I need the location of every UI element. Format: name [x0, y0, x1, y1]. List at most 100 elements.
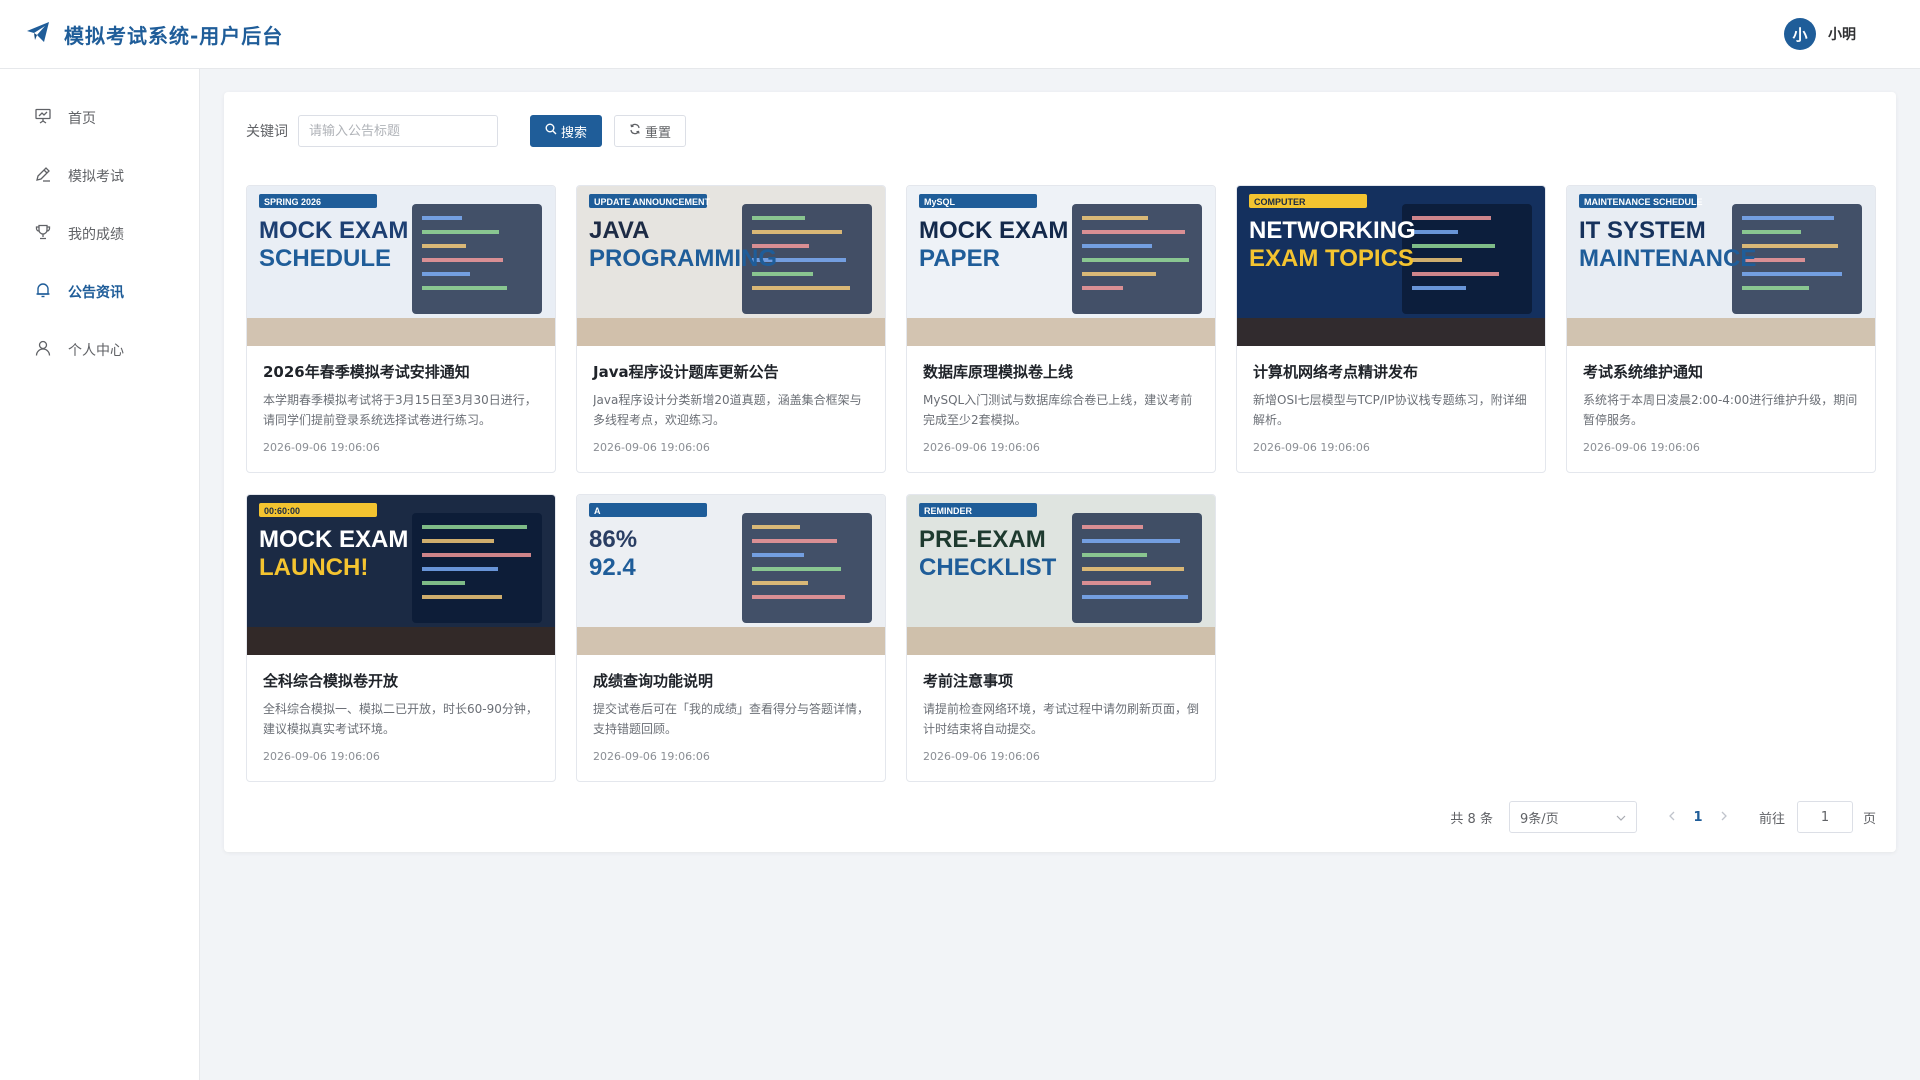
announcement-card[interactable]: 00:60:00 MOCK EXAM LAUNCH! 全科综合模拟卷开放 全科综合模拟一…: [246, 494, 556, 782]
announcement-summary: MySQL入门测试与数据库综合卷已上线，建议考前完成至少2套模拟。: [923, 393, 1193, 427]
announcement-card[interactable]: COMPUTER NETWORKING EXAM TOPICS 计算机网络考点精讲发布…: [1236, 185, 1546, 473]
reset-button[interactable]: 重置: [614, 115, 687, 147]
app-title: 模拟考试系统-用户后台: [64, 23, 284, 48]
announcement-title[interactable]: 全科综合模拟卷开放: [263, 671, 539, 691]
thumbnail-subheadline: LAUNCH!: [259, 554, 368, 581]
thumbnail-subheadline: 92.4: [589, 554, 636, 581]
announcement-title[interactable]: 2026年春季模拟考试安排通知: [263, 362, 539, 382]
announcement-card[interactable]: A 86% 92.4 成绩查询功能说明 提交试卷后可在「我的成绩」查看得分与答题详情，支…: [576, 494, 886, 782]
chevron-down-icon: [1616, 810, 1626, 825]
announcement-date: 2026-09-06 19:06:06: [923, 441, 1040, 454]
announcement-date: 2026-09-06 19:06:06: [1583, 441, 1700, 454]
keyword-label: 关键词: [246, 124, 288, 140]
announcement-title[interactable]: 数据库原理模拟卷上线: [923, 362, 1199, 382]
goto-label: 前往: [1758, 811, 1785, 827]
thumbnail-tag: COMPUTER: [1254, 197, 1306, 207]
announcement-title[interactable]: Java程序设计题库更新公告: [593, 362, 869, 382]
refresh-icon: [629, 123, 641, 139]
announcement-thumbnail[interactable]: SPRING 2026 MOCK EXAM SCHEDULE: [247, 186, 555, 346]
prev-page-button[interactable]: [1659, 810, 1685, 825]
announcement-card-body: 数据库原理模拟卷上线 MySQL入门测试与数据库综合卷已上线，建议考前完成至少2套…: [907, 346, 1215, 454]
presentation-icon: [34, 107, 52, 129]
announcement-thumbnail[interactable]: A 86% 92.4: [577, 495, 885, 655]
thumbnail-headline: NETWORKING: [1249, 217, 1416, 244]
sidebar-item-label: 我的成绩: [68, 227, 124, 243]
announcement-card-body: 全科综合模拟卷开放 全科综合模拟一、模拟二已开放，时长60-90分钟，建议模拟真实…: [247, 655, 555, 763]
announcement-summary: Java程序设计分类新增20道真题，涵盖集合框架与多线程考点，欢迎练习。: [593, 393, 862, 427]
user-icon: [34, 339, 52, 361]
announcement-card-body: 考试系统维护通知系统将于本周日凌晨2:00-4:00进行维护升级，期间暂停服务。…: [1567, 346, 1875, 454]
thumbnail-tag: MAINTENANCE SCHEDULE: [1584, 197, 1703, 207]
thumbnail-tag: A: [594, 506, 601, 516]
next-page-button[interactable]: [1711, 810, 1737, 825]
announcement-card[interactable]: UPDATE ANNOUNCEMENT JAVA PROGRAMMING Java程序…: [576, 185, 886, 473]
sidebar-item-my-scores[interactable]: 我的成绩: [0, 205, 199, 263]
thumbnail-subheadline: MAINTENANCE: [1579, 245, 1756, 272]
search-icon: [545, 123, 557, 139]
user-name[interactable]: 小明: [1828, 24, 1856, 44]
announcement-thumbnail[interactable]: COMPUTER NETWORKING EXAM TOPICS: [1237, 186, 1545, 346]
sidebar-item-mock-exam[interactable]: 模拟考试: [0, 147, 199, 205]
thumbnail-tag: REMINDER: [924, 506, 973, 516]
announcement-title[interactable]: 成绩查询功能说明: [593, 671, 869, 691]
announcement-summary: 新增OSI七层模型与TCP/IP协议栈专题练习，附详细解析。: [1253, 393, 1527, 427]
announcement-thumbnail[interactable]: UPDATE ANNOUNCEMENT JAVA PROGRAMMING: [577, 186, 885, 346]
thumbnail-headline: IT SYSTEM: [1579, 217, 1706, 244]
sidebar-item-label: 公告资讯: [68, 285, 124, 301]
announcement-card[interactable]: MAINTENANCE SCHEDULE IT SYSTEM MAINTENANCE…: [1566, 185, 1876, 473]
thumbnail-headline: MOCK EXAM: [259, 217, 408, 244]
announcement-title[interactable]: 考前注意事项: [923, 671, 1199, 691]
thumbnail-subheadline: SCHEDULE: [259, 245, 391, 272]
sidebar-item-announcements[interactable]: 公告资讯: [0, 263, 199, 321]
announcement-thumbnail[interactable]: MAINTENANCE SCHEDULE IT SYSTEM MAINTENANCE: [1567, 186, 1875, 346]
announcement-thumbnail[interactable]: REMINDER PRE-EXAM CHECKLIST: [907, 495, 1215, 655]
announcement-summary: 提交试卷后可在「我的成绩」查看得分与答题详情，支持错题回顾。: [593, 702, 869, 736]
pagination: 共 8 条 9条/页 1 前往 页: [1450, 801, 1876, 833]
announcement-card[interactable]: SPRING 2026 MOCK EXAM SCHEDULE 2026年春季模拟考试安…: [246, 185, 556, 473]
announcement-title[interactable]: 计算机网络考点精讲发布: [1253, 362, 1529, 382]
announcement-summary: 系统将于本周日凌晨2:00-4:00进行维护升级，期间暂停服务。: [1583, 393, 1858, 427]
announcement-card[interactable]: REMINDER PRE-EXAM CHECKLIST 考前注意事项 请提前检查网络环境…: [906, 494, 1216, 782]
pen-icon: [34, 165, 52, 187]
announcement-panel: 关键词 搜索 重置 SPRING 2026MOCK EXAMSCHEDULE 20…: [224, 92, 1896, 852]
avatar[interactable]: 小: [1784, 18, 1816, 50]
user-menu[interactable]: 小 小明: [1784, 18, 1894, 50]
announcement-summary: 本学期春季模拟考试将于3月15日至3月30日进行，请同学们提前登录系统选择试卷进…: [263, 393, 537, 427]
announcement-card[interactable]: MySQL MOCK EXAM PAPER 数据库原理模拟卷上线 MySQL入门测试与数…: [906, 185, 1216, 473]
goto-suffix: 页: [1862, 811, 1876, 827]
sidebar-item-home[interactable]: 首页: [0, 89, 199, 147]
page-number-current[interactable]: 1: [1685, 810, 1711, 825]
announcement-thumbnail[interactable]: 00:60:00 MOCK EXAM LAUNCH!: [247, 495, 555, 655]
bell-icon: [34, 281, 52, 303]
goto-page-input[interactable]: [1796, 801, 1853, 833]
top-header: 模拟考试系统-用户后台 小 小明: [0, 0, 1920, 69]
brand[interactable]: 模拟考试系统-用户后台: [26, 20, 283, 49]
thumbnail-headline: PRE-EXAM: [919, 526, 1046, 553]
thumbnail-tag: 00:60:00: [264, 506, 300, 516]
thumbnail-subheadline: PAPER: [919, 245, 1000, 272]
announcement-thumbnail[interactable]: MySQL MOCK EXAM PAPER: [907, 186, 1215, 346]
announcement-card-body: 考前注意事项 请提前检查网络环境，考试过程中请勿刷新页面，倒计时结束将自动提交。 2…: [907, 655, 1215, 763]
announcement-date: 2026-09-06 19:06:06: [263, 750, 380, 763]
pagination-total: 共 8 条: [1450, 811, 1493, 827]
thumbnail-headline: MOCK EXAM: [919, 217, 1068, 244]
page-size-value: 9条/页: [1519, 811, 1559, 827]
page-size-select[interactable]: 9条/页: [1508, 801, 1637, 833]
announcement-title[interactable]: 考试系统维护通知: [1583, 362, 1859, 382]
announcement-date: 2026-09-06 19:06:06: [593, 441, 710, 454]
sidebar-item-label: 个人中心: [68, 343, 124, 359]
announcement-grid: SPRING 2026 MOCK EXAM SCHEDULE 2026年春季模拟考试安…: [246, 185, 1876, 782]
keyword-input[interactable]: [298, 115, 498, 147]
search-bar: 关键词 搜索 重置: [246, 115, 687, 147]
sidebar-item-label: 首页: [68, 111, 96, 127]
sidebar-item-label: 模拟考试: [68, 169, 124, 185]
thumbnail-subheadline: CHECKLIST: [919, 554, 1057, 581]
sidebar: 首页 模拟考试 我的成绩 公告资讯 个人中心: [0, 69, 200, 1080]
sidebar-item-profile[interactable]: 个人中心: [0, 321, 199, 379]
announcement-date: 2026-09-06 19:06:06: [593, 750, 710, 763]
search-button[interactable]: 搜索: [530, 115, 603, 147]
thumbnail-tag: UPDATE ANNOUNCEMENT: [594, 197, 711, 207]
reset-button-label: 重置: [645, 125, 672, 141]
announcement-card-body: 成绩查询功能说明提交试卷后可在「我的成绩」查看得分与答题详情，支持错题回顾。 20…: [577, 655, 885, 763]
thumbnail-headline: MOCK EXAM: [259, 526, 408, 553]
